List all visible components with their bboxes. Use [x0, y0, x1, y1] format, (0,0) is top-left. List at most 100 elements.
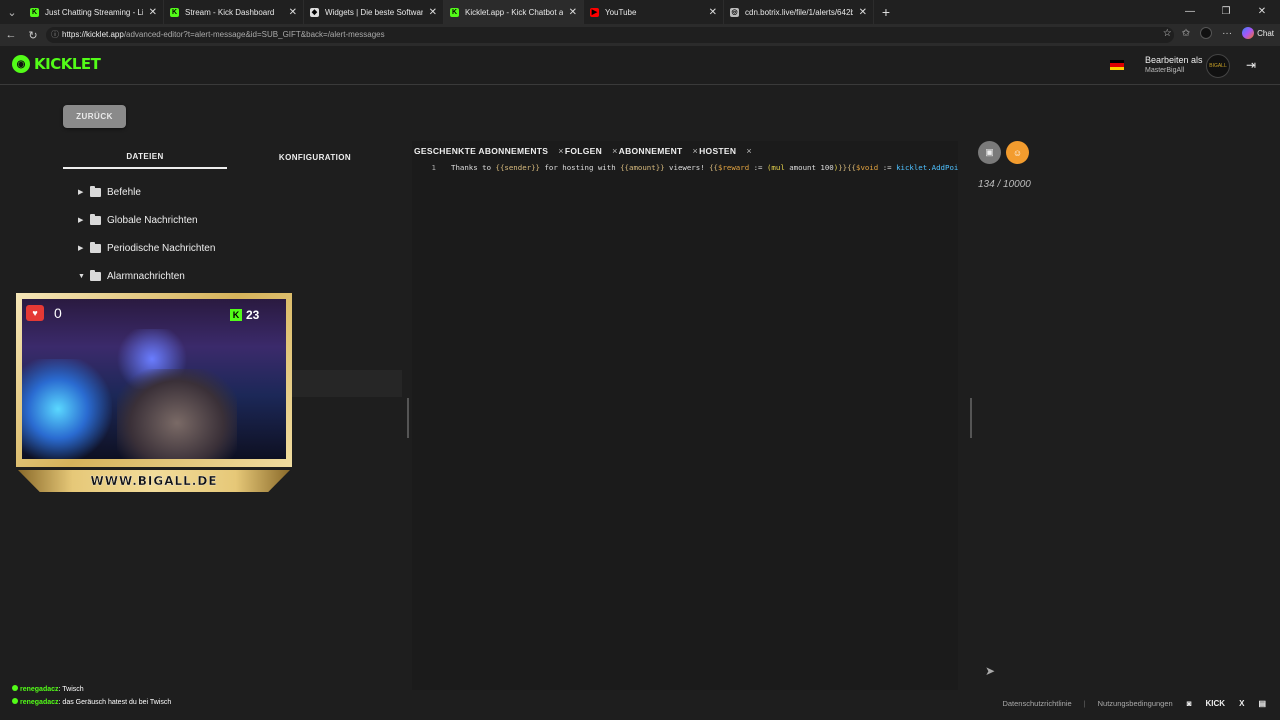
tree-item-label: Globale Nachrichten	[107, 214, 198, 226]
save-icon: ▣	[985, 147, 994, 157]
tab-konfiguration[interactable]: KONFIGURATION	[233, 145, 397, 169]
back-icon[interactable]: ←	[0, 29, 22, 41]
german-flag-icon[interactable]	[1110, 60, 1124, 70]
back-button[interactable]: ZURÜCK	[63, 105, 126, 128]
folder-icon	[90, 241, 101, 253]
close-tab-icon[interactable]: ✕	[149, 7, 157, 18]
privacy-link[interactable]: Datenschutzrichtlinie	[1002, 699, 1071, 708]
close-tab-icon[interactable]: ×	[746, 146, 752, 156]
new-tab-button[interactable]: +	[874, 4, 898, 20]
code-var: $void	[856, 163, 879, 172]
tree-item[interactable]: ▼ Alarmnachrichten	[78, 262, 215, 290]
tab-favicon-icon: ▶	[590, 7, 599, 17]
emoji-button[interactable]: ☺	[1006, 141, 1029, 164]
tree-item[interactable]: ▶ Periodische Nachrichten	[78, 234, 215, 262]
logo-text: KICKLET	[34, 55, 101, 73]
tree-item[interactable]: ▶ Befehle	[78, 178, 215, 206]
tab-actions-icon[interactable]: ⌄	[0, 0, 24, 24]
tab-title: cdn.botrix.live/file/1/alerts/642bal	[745, 7, 853, 17]
url-field[interactable]: ⓘ https://kicklet.app/advanced-editor?t=…	[46, 27, 1174, 43]
browser-tab[interactable]: K Kicklet.app - Kick Chatbot and Ove ✕	[444, 0, 584, 24]
editor-tab-label: HOSTEN	[699, 146, 737, 156]
heart-rate-counter: ♥ 0	[26, 305, 62, 321]
close-tab-icon[interactable]: ×	[558, 146, 564, 156]
code-text: for hosting with	[540, 163, 621, 172]
code-editor[interactable]: GESCHENKTE ABONNEMENTS × FOLGEN × ABONNEME…	[412, 141, 958, 690]
browser-tab[interactable]: K Stream - Kick Dashboard ✕	[164, 0, 304, 24]
close-tab-icon[interactable]: ✕	[289, 7, 297, 18]
code-var: {{sender}}	[495, 163, 541, 172]
code-func: kicklet.AddPoir	[896, 163, 958, 172]
logout-icon[interactable]: ⇥	[1246, 58, 1256, 72]
caret-right-icon[interactable]: ▶	[78, 188, 90, 196]
minimize-icon[interactable]: —	[1172, 0, 1208, 24]
favorite-star-icon[interactable]: ☆	[1163, 28, 1172, 39]
profile-icon[interactable]	[1200, 27, 1213, 39]
send-icon[interactable]: ➤	[985, 664, 995, 678]
tab-title: Just Chatting Streaming - Live Stre	[45, 7, 143, 17]
close-window-icon[interactable]: ✕	[1244, 0, 1280, 24]
code-brace: }}{{	[838, 163, 856, 172]
code-line[interactable]: 1 Thanks to {{sender}} for hosting with {…	[412, 161, 958, 175]
close-tab-icon[interactable]: ✕	[569, 7, 577, 18]
caret-down-icon[interactable]: ▼	[78, 273, 90, 280]
maximize-icon[interactable]: ❐	[1208, 0, 1244, 24]
site-info-icon[interactable]: ⓘ	[51, 27, 59, 43]
code-text: :=	[878, 163, 897, 172]
close-tab-icon[interactable]: ×	[693, 146, 699, 156]
terms-link[interactable]: Nutzungsbedingungen	[1098, 699, 1173, 708]
tree-item[interactable]: ▶ Globale Nachrichten	[78, 206, 215, 234]
x-icon[interactable]: X	[1239, 699, 1244, 708]
close-tab-icon[interactable]: ✕	[429, 7, 437, 18]
caret-right-icon[interactable]: ▶	[78, 216, 90, 224]
tab-title: Widgets | Die beste Software zur O	[325, 7, 423, 17]
close-tab-icon[interactable]: ✕	[859, 7, 867, 18]
save-button[interactable]: ▣	[978, 141, 1001, 164]
code-text: Thanks to	[451, 163, 496, 172]
tab-title: Stream - Kick Dashboard	[185, 7, 275, 17]
footer-separator: |	[1083, 698, 1086, 708]
app-header: ◉ KICKLET Bearbeiten als MasterBigAll BI…	[0, 46, 1280, 85]
tab-favicon-icon: ◎	[730, 7, 739, 17]
tab-favicon-icon: K	[450, 7, 459, 17]
avatar[interactable]: BIGALL	[1206, 54, 1230, 78]
editor-tab-subscription[interactable]: × ABONNEMENT	[612, 146, 682, 156]
kick-link[interactable]: KICK	[1206, 699, 1226, 708]
selected-row-highlight[interactable]	[291, 370, 402, 397]
close-tab-icon[interactable]: ✕	[709, 7, 717, 18]
editor-tab-hosting[interactable]: × HOSTEN	[693, 146, 737, 156]
browser-tab[interactable]: ▶ YouTube ✕	[584, 0, 724, 24]
folder-icon	[90, 185, 101, 197]
docs-icon[interactable]: ▤	[1258, 699, 1266, 708]
right-resize-handle[interactable]	[970, 398, 972, 438]
discord-icon[interactable]: ◙	[1187, 699, 1192, 708]
chat-label: Chat	[1257, 28, 1274, 38]
editor-tab-follows[interactable]: × FOLGEN	[558, 146, 602, 156]
tab-dateien[interactable]: DATEIEN	[63, 145, 227, 169]
caret-right-icon[interactable]: ▶	[78, 244, 90, 252]
left-resize-handle[interactable]	[407, 398, 409, 438]
copilot-icon	[1242, 27, 1255, 39]
address-bar: ← ↻ ⓘ https://kicklet.app/advanced-edito…	[0, 24, 1280, 46]
browser-tab[interactable]: K Just Chatting Streaming - Live Stre ✕	[24, 0, 164, 24]
editor-tab-gift-subs[interactable]: GESCHENKTE ABONNEMENTS	[414, 146, 548, 156]
edit-as: Bearbeiten als MasterBigAll	[1145, 55, 1203, 74]
browser-tab[interactable]: ◆ Widgets | Die beste Software zur O ✕	[304, 0, 444, 24]
browser-tab[interactable]: ◎ cdn.botrix.live/file/1/alerts/642bal ✕	[724, 0, 874, 24]
copilot-chat-button[interactable]: Chat	[1242, 27, 1274, 39]
more-icon[interactable]: ···	[1222, 28, 1232, 39]
folder-icon	[90, 213, 101, 225]
close-tab-icon[interactable]: ×	[612, 146, 618, 156]
refresh-icon[interactable]: ↻	[22, 29, 44, 42]
tab-favicon-icon: ◆	[310, 7, 319, 17]
code-text: :=	[749, 163, 767, 172]
tab-favicon-icon: K	[170, 7, 179, 17]
file-tree: ▶ Befehle ▶ Globale Nachrichten ▶ Periodische…	[78, 178, 215, 290]
webcam-overlay: ♥ 0 K 23 WWW.BIGALL.DE	[16, 293, 292, 493]
tab-title: Kicklet.app - Kick Chatbot and Ove	[465, 7, 563, 17]
kicklet-logo[interactable]: ◉ KICKLET	[12, 55, 101, 73]
username: MasterBigAll	[1145, 67, 1185, 74]
window-controls: — ❐ ✕	[1172, 0, 1280, 24]
code-func: (mul	[766, 163, 785, 172]
favorites-icon[interactable]: ✩	[1182, 28, 1190, 39]
